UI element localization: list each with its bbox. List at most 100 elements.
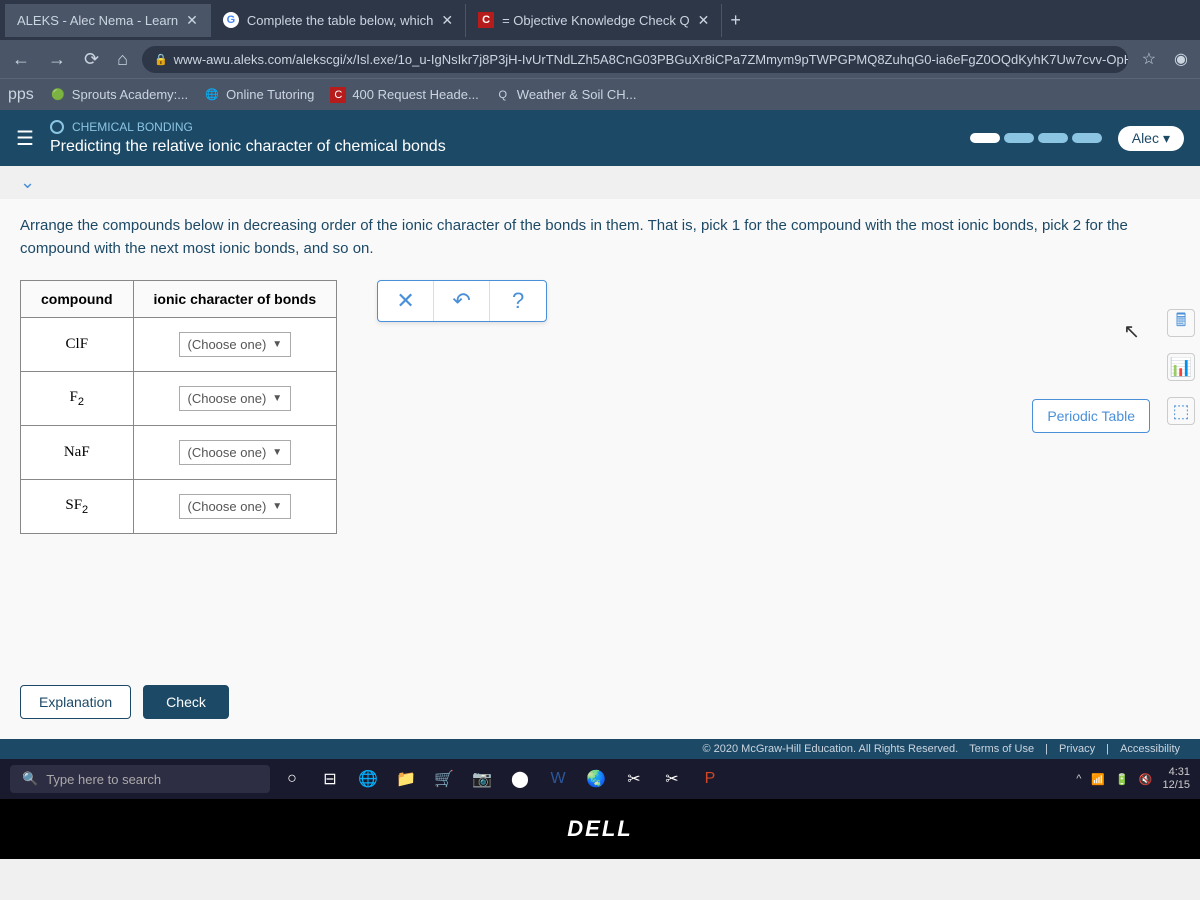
header-ionic: ionic character of bonds: [133, 281, 337, 318]
cortana-icon[interactable]: ○: [278, 765, 306, 793]
chevron-down-icon: ▾: [1163, 130, 1170, 147]
table-row: ClF (Choose one): [21, 318, 337, 372]
bookmark-item[interactable]: 🌐 Online Tutoring: [204, 87, 314, 103]
forward-button[interactable]: →: [44, 45, 70, 74]
bookmarks-bar: pps 🟢 Sprouts Academy:... 🌐 Online Tutor…: [0, 78, 1200, 110]
table-row: F2 (Choose one): [21, 372, 337, 426]
bottom-buttons: Explanation Check: [20, 685, 229, 719]
ionic-dropdown[interactable]: (Choose one): [179, 332, 292, 357]
graph-icon[interactable]: 📊: [1167, 353, 1195, 381]
bookmark-label: Sprouts Academy:...: [72, 87, 188, 102]
privacy-link[interactable]: Privacy: [1059, 743, 1095, 755]
bookmark-item[interactable]: Q Weather & Soil CH...: [495, 87, 637, 103]
lock-icon: 🔒: [154, 53, 168, 66]
ionic-dropdown[interactable]: (Choose one): [179, 386, 292, 411]
laptop-bezel: DELL: [0, 799, 1200, 859]
chegg-icon: C: [478, 12, 494, 28]
bookmark-item[interactable]: C 400 Request Heade...: [330, 87, 478, 103]
new-tab-button[interactable]: +: [722, 2, 749, 39]
category-icon: [50, 120, 64, 134]
taskbar-search[interactable]: 🔍 Type here to search: [10, 765, 270, 793]
edge-icon[interactable]: 🌐: [354, 765, 382, 793]
reload-button[interactable]: ⟳: [80, 45, 103, 74]
compound-cell: F2: [21, 372, 134, 426]
home-button[interactable]: ⌂: [113, 45, 132, 74]
clear-button[interactable]: ✕: [378, 281, 434, 321]
snip-icon[interactable]: ✂: [620, 765, 648, 793]
element-icon[interactable]: ⬚: [1167, 397, 1195, 425]
url-input[interactable]: 🔒 www-awu.aleks.com/alekscgi/x/Isl.exe/1…: [142, 46, 1128, 73]
browser-tab[interactable]: C = Objective Knowledge Check Q ✕: [466, 4, 722, 37]
app-icon[interactable]: 🛒: [430, 765, 458, 793]
battery-icon[interactable]: 🔋: [1115, 773, 1129, 786]
bookmark-label: 400 Request Heade...: [352, 87, 478, 102]
progress-pill: [1038, 133, 1068, 143]
url-text: www-awu.aleks.com/alekscgi/x/Isl.exe/1o_…: [174, 52, 1128, 67]
help-button[interactable]: ?: [490, 281, 546, 321]
side-toolbar: 🖩 📊 ⬚: [1167, 309, 1195, 425]
tutoring-icon: 🌐: [204, 87, 220, 103]
terms-link[interactable]: Terms of Use: [969, 743, 1034, 755]
instructions-text: Arrange the compounds below in decreasin…: [20, 215, 1180, 260]
extension-icon[interactable]: ◉: [1170, 45, 1192, 73]
header-compound: compound: [21, 281, 134, 318]
chegg-icon: C: [330, 87, 346, 103]
explorer-icon[interactable]: 📁: [392, 765, 420, 793]
date-text: 12/15: [1162, 779, 1190, 792]
word-icon[interactable]: W: [544, 765, 572, 793]
search-icon: 🔍: [22, 771, 38, 787]
progress-pill: [1004, 133, 1034, 143]
accessibility-link[interactable]: Accessibility: [1120, 743, 1180, 755]
progress-pill: [1072, 133, 1102, 143]
volume-icon[interactable]: 🔇: [1139, 773, 1153, 786]
close-icon[interactable]: ✕: [698, 12, 710, 29]
table-row: NaF (Choose one): [21, 426, 337, 480]
time-text: 4:31: [1162, 766, 1190, 779]
clock[interactable]: 4:31 12/15: [1162, 766, 1190, 792]
divider: |: [1106, 743, 1109, 755]
bookmark-star-icon[interactable]: ☆: [1138, 45, 1160, 73]
undo-button[interactable]: ↶: [434, 281, 490, 321]
check-button[interactable]: Check: [143, 685, 229, 719]
explanation-button[interactable]: Explanation: [20, 685, 131, 719]
bookmark-label: Weather & Soil CH...: [517, 87, 637, 102]
snip-icon[interactable]: ✂: [658, 765, 686, 793]
close-icon[interactable]: ✕: [186, 12, 198, 29]
category-label: CHEMICAL BONDING: [72, 120, 193, 134]
user-name: Alec: [1132, 130, 1159, 146]
main-content: Arrange the compounds below in decreasin…: [0, 199, 1200, 739]
wifi-icon[interactable]: 📶: [1091, 773, 1105, 786]
powerpoint-icon[interactable]: P: [696, 765, 724, 793]
page-title: Predicting the relative ionic character …: [50, 138, 954, 156]
browser-icon[interactable]: 🌏: [582, 765, 610, 793]
compound-table: compound ionic character of bonds ClF (C…: [20, 280, 337, 534]
ionic-dropdown[interactable]: (Choose one): [179, 440, 292, 465]
taskview-icon[interactable]: ⊟: [316, 765, 344, 793]
chevron-down-icon[interactable]: ⌄: [20, 172, 35, 192]
dell-logo: DELL: [567, 816, 632, 842]
periodic-table-button[interactable]: Periodic Table: [1032, 399, 1150, 433]
calculator-icon[interactable]: 🖩: [1167, 309, 1195, 337]
tab-title: = Objective Knowledge Check Q: [502, 13, 690, 28]
back-button[interactable]: ←: [8, 45, 34, 74]
compound-cell: ClF: [21, 318, 134, 372]
browser-tab-bar: ALEKS - Alec Nema - Learn ✕ G Complete t…: [0, 0, 1200, 40]
browser-tab[interactable]: ALEKS - Alec Nema - Learn ✕: [5, 4, 211, 37]
tab-title: ALEKS - Alec Nema - Learn: [17, 13, 178, 28]
menu-icon[interactable]: ☰: [16, 126, 34, 151]
bookmark-item[interactable]: 🟢 Sprouts Academy:...: [50, 87, 188, 103]
close-icon[interactable]: ✕: [441, 12, 453, 29]
chrome-icon[interactable]: ⬤: [506, 765, 534, 793]
system-tray: ^ 📶 🔋 🔇 4:31 12/15: [1076, 766, 1190, 792]
quizlet-icon: Q: [495, 87, 511, 103]
camera-icon[interactable]: 📷: [468, 765, 496, 793]
ionic-dropdown[interactable]: (Choose one): [179, 494, 292, 519]
progress-indicator: [970, 133, 1102, 143]
browser-tab[interactable]: G Complete the table below, which ✕: [211, 4, 466, 37]
sprouts-icon: 🟢: [50, 87, 66, 103]
tray-chevron-icon[interactable]: ^: [1076, 773, 1081, 785]
progress-pill: [970, 133, 1000, 143]
compound-cell: NaF: [21, 426, 134, 480]
user-badge[interactable]: Alec ▾: [1118, 126, 1184, 151]
apps-label[interactable]: pps: [8, 86, 34, 104]
